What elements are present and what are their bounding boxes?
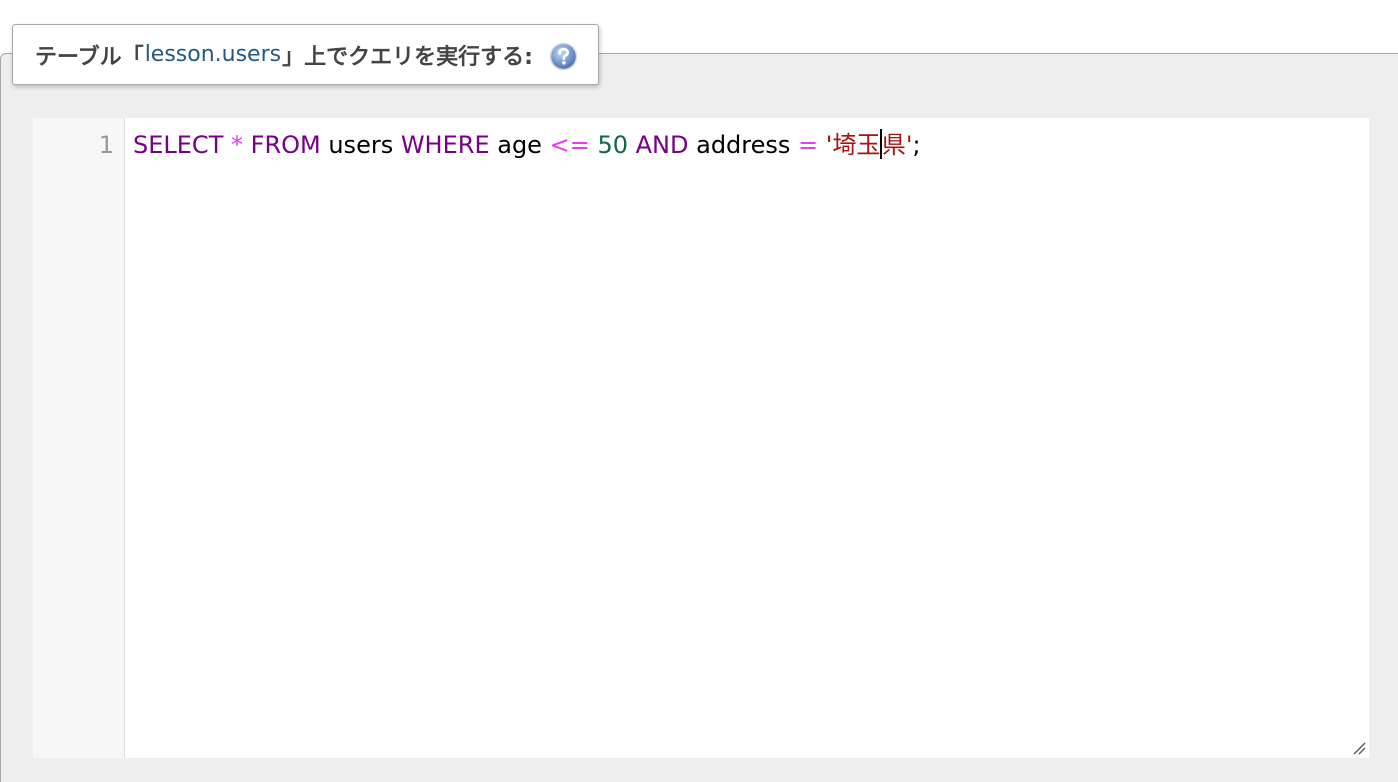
- sql-string: 県': [881, 131, 913, 159]
- sql-keyword: SELECT: [133, 131, 224, 159]
- sql-number: 50: [597, 131, 628, 159]
- table-name-link[interactable]: lesson.users: [145, 42, 281, 67]
- sql-identifier: address: [688, 131, 799, 159]
- line-number: 1: [98, 131, 114, 159]
- sql-keyword: WHERE: [400, 131, 490, 159]
- sql-operator: <=: [549, 131, 590, 159]
- legend-prefix: テーブル「: [35, 44, 144, 70]
- sql-editor[interactable]: 1 SELECT * FROM users WHERE age <= 50 AN…: [33, 118, 1369, 758]
- query-legend: テーブル「 lesson.users 」上でクエリを実行する:: [12, 24, 599, 85]
- line-number-gutter: 1: [33, 118, 125, 758]
- sql-operator: *: [231, 131, 243, 159]
- sql-keyword: FROM: [250, 131, 321, 159]
- help-question-icon[interactable]: [549, 42, 578, 71]
- sql-identifier: age: [489, 131, 550, 159]
- sql-keyword: AND: [635, 131, 689, 159]
- resize-grip-icon[interactable]: [1352, 741, 1366, 755]
- code-line[interactable]: SELECT * FROM users WHERE age <= 50 AND …: [133, 128, 921, 162]
- sql-string: '埼玉: [825, 131, 881, 159]
- legend-suffix: 」上でクエリを実行する:: [282, 44, 533, 70]
- sql-identifier: users: [320, 131, 401, 159]
- sql-operator: =: [798, 131, 819, 159]
- sql-punctuation: ;: [912, 131, 921, 159]
